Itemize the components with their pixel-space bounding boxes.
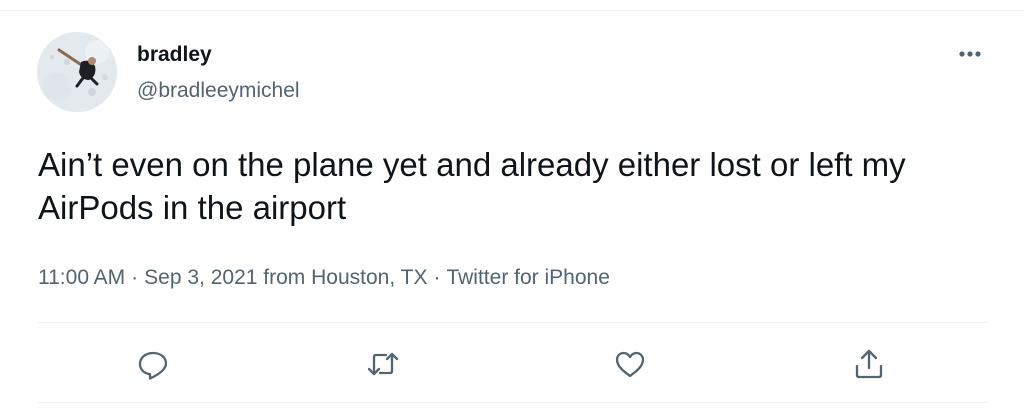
more-icon xyxy=(959,51,981,57)
tweet-meta: 11:00 AM · Sep 3, 2021 from Houston, TX · Tw… xyxy=(38,264,610,292)
reply-icon xyxy=(138,351,168,380)
more-options-button[interactable] xyxy=(950,40,990,68)
avatar[interactable] xyxy=(37,32,117,112)
reply-button[interactable] xyxy=(133,344,173,384)
tweet-source[interactable]: Twitter for iPhone xyxy=(446,266,609,289)
like-button[interactable] xyxy=(610,344,650,384)
retweet-button[interactable] xyxy=(363,344,403,384)
bottom-divider xyxy=(38,402,988,403)
share-button[interactable] xyxy=(849,344,889,384)
meta-separator: · xyxy=(131,266,139,289)
actions-divider xyxy=(38,322,988,323)
tweet-location[interactable]: from Houston, TX xyxy=(263,266,427,289)
user-handle[interactable]: @bradleeymichel xyxy=(137,78,300,104)
tweet-time[interactable]: 11:00 AM xyxy=(38,266,125,289)
tweet-date[interactable]: Sep 3, 2021 xyxy=(144,266,257,289)
top-divider xyxy=(0,10,1024,11)
share-icon xyxy=(855,349,883,379)
avatar-photo-icon xyxy=(37,32,117,112)
like-icon xyxy=(615,351,645,378)
meta-separator: · xyxy=(433,266,441,289)
tweet-text: Ain’t even on the plane yet and already … xyxy=(38,146,906,226)
tweet-card: bradley @bradleeymichel Ain’t even on th… xyxy=(0,0,1024,411)
display-name[interactable]: bradley xyxy=(137,42,212,68)
retweet-icon xyxy=(367,352,399,376)
